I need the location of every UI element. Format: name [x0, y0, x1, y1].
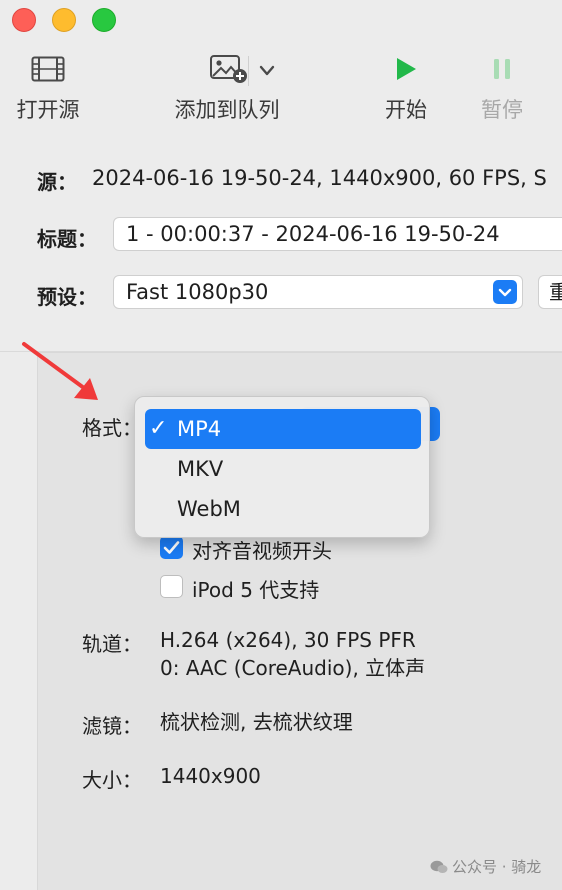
format-dropdown-menu: ✓ MP4 MKV WebM	[134, 396, 430, 538]
ipod-support-checkbox[interactable]	[160, 575, 183, 598]
watermark: 公众号 · 骑龙	[430, 856, 541, 877]
annotation-arrow-icon	[22, 342, 98, 400]
toolbar-divider	[248, 56, 249, 86]
checkmark-icon	[163, 541, 180, 554]
preset-edge-label: 重	[549, 280, 562, 304]
toolbar: 打开源 添加到队列 开始 暂停	[0, 50, 562, 130]
title-value: 1 - 00:00:37 - 2024-06-16 19-50-24	[126, 222, 500, 246]
minimize-window-button[interactable]	[52, 8, 76, 32]
close-window-button[interactable]	[12, 8, 36, 32]
size-label: 大小：	[82, 768, 142, 792]
format-option-webm[interactable]: WebM	[145, 489, 421, 529]
preset-select[interactable]: Fast 1080p30	[113, 275, 523, 309]
start-label: 开始	[385, 98, 427, 122]
format-label: 格式：	[82, 416, 142, 440]
align-av-checkbox[interactable]	[160, 536, 183, 559]
source-label: 源：	[37, 170, 77, 194]
size-value: 1440x900	[160, 764, 261, 788]
align-av-label: 对齐音视频开头	[192, 539, 332, 563]
zoom-window-button[interactable]	[92, 8, 116, 32]
pause-icon	[474, 50, 530, 88]
tracks-audio: 0: AAC (CoreAudio), 立体声	[160, 656, 426, 680]
source-value: 2024-06-16 19-50-24, 1440x900, 60 FPS, S	[92, 166, 547, 190]
add-to-queue-label: 添加到队列	[174, 98, 280, 122]
pause-label: 暂停	[481, 98, 523, 122]
tracks-video: H.264 (x264), 30 FPS PFR	[160, 628, 416, 652]
open-source-button[interactable]: 打开源	[10, 50, 86, 124]
preset-edge-button[interactable]: 重	[538, 275, 562, 309]
ipod-support-label: iPod 5 代支持	[192, 578, 320, 602]
chevron-down-icon[interactable]	[252, 60, 282, 82]
open-source-label: 打开源	[16, 98, 80, 122]
format-option-mp4[interactable]: ✓ MP4	[145, 409, 421, 449]
watermark-text: 公众号 · 骑龙	[452, 858, 542, 876]
play-icon	[378, 50, 434, 88]
handbrake-window: 打开源 添加到队列 开始 暂停 源： 2024-06-16 19-50-24, …	[0, 0, 562, 890]
film-icon	[10, 50, 86, 88]
preset-value: Fast 1080p30	[126, 280, 269, 304]
format-option-label: MKV	[177, 457, 224, 481]
start-button[interactable]: 开始	[378, 50, 434, 124]
format-option-label: WebM	[177, 497, 241, 521]
checkmark-icon: ✓	[149, 416, 168, 441]
filters-value: 梳状检测, 去梳状纹理	[160, 710, 353, 734]
wechat-icon	[430, 860, 448, 873]
filters-label: 滤镜：	[82, 714, 142, 738]
chevron-updown-icon	[493, 280, 517, 304]
title-select[interactable]: 1 - 00:00:37 - 2024-06-16 19-50-24	[113, 217, 562, 251]
title-label: 标题：	[37, 227, 97, 251]
format-option-label: MP4	[177, 417, 222, 441]
tracks-label: 轨道：	[82, 632, 142, 656]
preset-label: 预设：	[37, 285, 97, 309]
pause-button[interactable]: 暂停	[474, 50, 530, 124]
format-option-mkv[interactable]: MKV	[145, 449, 421, 489]
